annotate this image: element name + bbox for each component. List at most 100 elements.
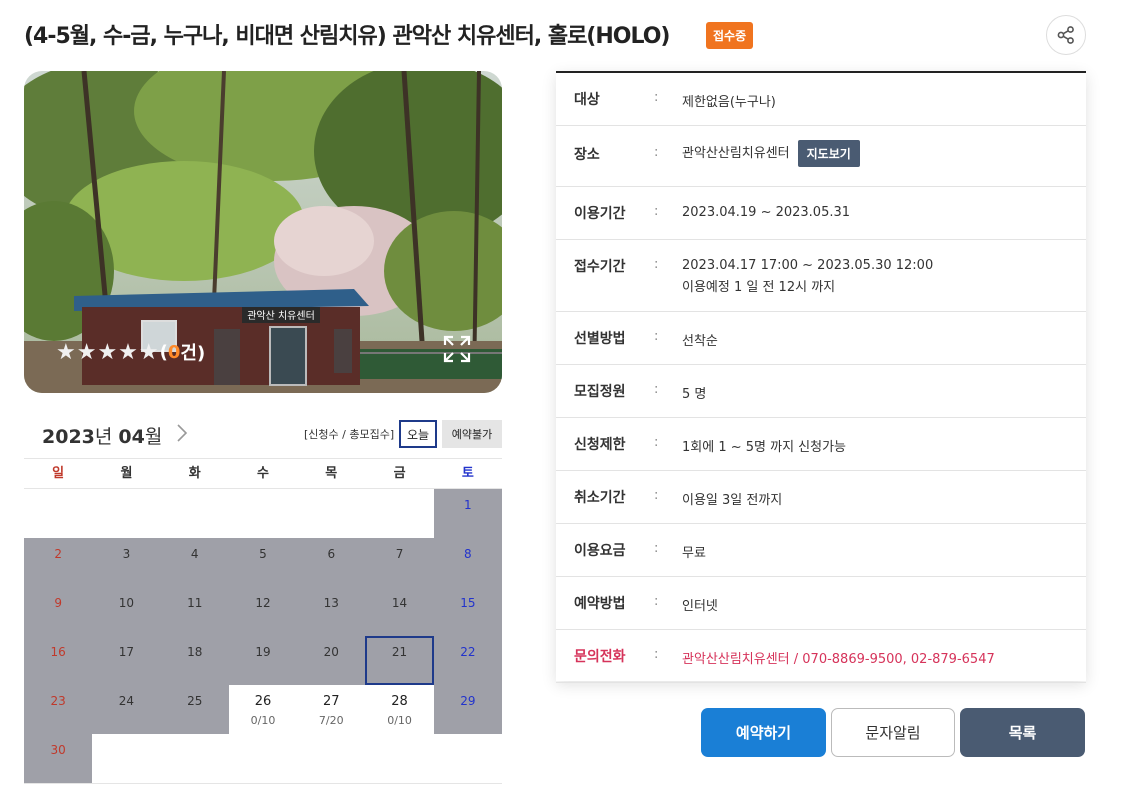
calendar-day-16: 16 [24,636,93,685]
info-value-secondary: 이용예정 1 일 전 12시 까지 [682,280,836,295]
calendar-day-18: 18 [160,636,229,685]
info-colon: : [654,647,659,662]
legend-text: [신청수 / 총모집수] [304,428,395,441]
day-number: 10 [118,596,135,610]
info-colon: : [654,541,659,556]
info-value-wrap: 2023.04.17 17:00 ~ 2023.05.30 12:00 이용예정 … [682,258,933,295]
list-button[interactable]: 목록 [960,708,1085,757]
info-colon: : [654,204,659,219]
share-icon [1057,26,1074,44]
calendar-day-1: 1 [433,489,502,538]
weekday-label: 목 [325,466,338,481]
calendar-day-21: 21 [365,636,434,685]
rating-count: 0 [167,341,181,363]
calendar-day-29: 29 [433,685,502,734]
weekday-label: 금 [393,466,406,481]
calendar-day-5: 5 [228,538,298,587]
info-label: 이용요금 [574,543,626,559]
calendar-day-20: 20 [297,636,366,685]
info-value-wrap: 이용일 3일 전까지 [682,489,782,508]
reserve-button[interactable]: 예약하기 [701,708,826,757]
calendar-day-28[interactable]: 28 0/10 [365,685,433,734]
info-row: 선별방법: 선착순 [556,312,1086,365]
calendar-day-10: 10 [92,587,161,636]
slot-count: 0/10 [387,714,412,727]
weekday-label: 월 [120,466,133,481]
day-number: 6 [327,547,336,561]
calendar-month: 2023년 04월 [42,422,162,449]
info-row: 이용기간: 2023.04.19 ~ 2023.05.31 [556,187,1086,240]
info-label: 이용기간 [574,206,626,222]
info-colon: : [654,329,659,344]
info-row: 취소기간: 이용일 3일 전까지 [556,471,1086,524]
expand-icon[interactable] [442,334,472,364]
legend-today: 오늘 [399,420,437,448]
day-number: 3 [122,547,131,561]
info-label: 취소기간 [574,490,626,506]
info-value[interactable]: 관악산산림치유센터 / 070-8869-9500, 02-879-6547 [682,652,995,667]
calendar-day-19: 19 [228,636,298,685]
info-label: 예약방법 [574,596,626,612]
day-number: 26 [254,694,272,709]
map-button[interactable]: 지도보기 [797,140,860,167]
calendar-day-23: 23 [24,685,93,734]
info-value: 2023.04.19 ~ 2023.05.31 [682,205,851,220]
day-number: 30 [50,743,66,757]
day-number: 27 [323,694,340,709]
calendar-day-22: 22 [433,636,502,685]
day-number: 17 [118,645,135,659]
calendar-empty-cell [297,489,365,538]
sms-alert-button[interactable]: 문자알림 [831,708,955,757]
facility-photo[interactable]: 관악산 치유센터 ★★★★★ ( 0 건) [24,71,502,393]
rating-open: ( [159,341,168,363]
share-button[interactable] [1046,15,1086,55]
calendar-empty-cell [434,734,502,783]
day-number: 7 [395,547,404,561]
calendar-day-7: 7 [365,538,434,587]
day-number: 23 [50,694,66,708]
info-colon: : [654,257,659,272]
info-row: 접수기간: 2023.04.17 17:00 ~ 2023.05.30 12:00… [556,240,1086,312]
day-number: 22 [460,645,476,659]
calendar-week: 9 10 11 12 13 14 15 [24,587,502,636]
day-number: 21 [391,645,408,659]
info-row: 장소: 관악산산림치유센터 지도보기 [556,126,1086,187]
info-colon: : [654,488,659,503]
cabin-sign: 관악산 치유센터 [247,310,315,322]
calendar-day-15: 15 [433,587,502,636]
info-value: 제한없음(누구나) [682,95,776,110]
weekday-label: 화 [188,466,201,481]
calendar-empty-cell [365,489,433,538]
calendar-header: 2023년 04월 [신청수 / 총모집수] 오늘 예약불가 [24,418,502,458]
day-number: 5 [259,547,267,561]
calendar-empty-cell [161,489,229,538]
day-number: 29 [460,694,476,708]
calendar-day-27[interactable]: 27 7/20 [297,685,365,734]
calendar-year: 2023 [42,426,95,448]
day-number: 1 [464,498,472,512]
weekday-label: 일 [52,466,65,481]
calendar-empty-cell [92,734,160,783]
weekday-header: 일월화수목금토 [24,458,502,489]
info-value: 무료 [682,546,706,561]
info-label: 신청제한 [574,437,626,453]
day-number: 28 [391,694,408,709]
calendar-empty-cell [24,489,92,538]
info-value-wrap: 2023.04.19 ~ 2023.05.31 [682,205,850,220]
info-value: 2023.04.17 17:00 ~ 2023.05.30 12:00 [682,258,934,273]
calendar-week: 16 17 18 19 20 21 22 [24,636,502,685]
calendar-day-13: 13 [297,587,366,636]
info-label: 문의전화 [574,649,626,665]
calendar-day-4: 4 [160,538,229,587]
calendar-empty-cell [161,734,229,783]
program-info-panel: 대상: 제한없음(누구나) 장소: 관악산산림치유센터 지도보기 이용기간: 2023.04… [556,71,1086,683]
calendar-day-24: 24 [92,685,161,734]
calendar-day-11: 11 [160,587,229,636]
calendar-week: 23 24 25 26 0/10 27 7/20 28 0/10 29 [24,685,502,734]
calendar-empty-cell [365,734,433,783]
calendar-empty-cell [229,489,297,538]
next-month-icon[interactable] [172,422,192,444]
calendar-day-12: 12 [228,587,298,636]
day-number: 8 [464,547,472,561]
calendar-day-26[interactable]: 26 0/10 [229,685,297,734]
